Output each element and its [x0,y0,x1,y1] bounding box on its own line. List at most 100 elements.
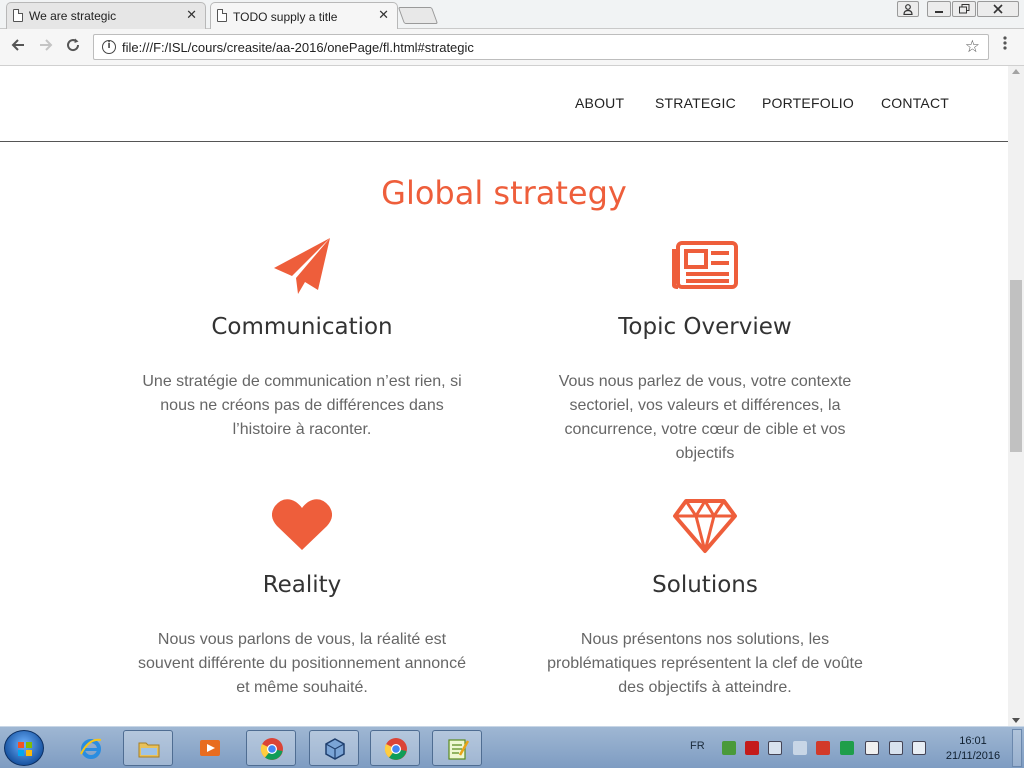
nav-portefolio[interactable]: PORTEFOLIO [762,95,854,111]
feature-text-line: Nous présentons nos solutions, les [580,631,830,648]
arrow-left-icon [11,39,24,51]
feature-title: Solutions [652,572,758,598]
feature-text-line: Une stratégie de communication n’est rie… [142,373,462,390]
feature-text-line: et même souhaité. [236,679,368,696]
window-icon[interactable] [768,741,782,755]
feature-text: Nous présentons nos solutions, les probl… [535,628,875,700]
diamond-icon [673,499,737,553]
flag-icon[interactable] [865,741,879,755]
feature-text: Une stratégie de communication n’est rie… [132,370,472,442]
reload-button[interactable] [63,37,83,57]
media-player-icon [200,740,220,756]
info-icon[interactable]: i [102,40,116,54]
feature-communication: Communication Une stratégie de communica… [132,236,472,446]
feature-text-line: souvent différente du positionnement ann… [138,655,466,672]
feature-text-line: des objectifs à atteindre. [618,679,792,696]
clock-time: 16:01 [959,735,987,747]
taskbar-chrome-1[interactable] [246,730,296,766]
vertical-scrollbar[interactable] [1008,66,1024,726]
document-icon [217,9,227,22]
network-icon[interactable] [889,741,903,755]
feature-title: Topic Overview [618,314,792,340]
close-icon[interactable]: ✕ [378,8,389,22]
nav-about[interactable]: ABOUT [575,95,624,111]
internet-explorer-icon [80,738,102,759]
new-tab-button[interactable] [397,7,439,24]
taskbar-media-player[interactable] [185,730,235,766]
page-viewport: ABOUT STRATEGIC PORTEFOLIO CONTACT Globa… [0,66,1008,726]
close-icon[interactable]: ✕ [186,8,197,22]
volume-icon[interactable] [912,741,926,755]
virtualbox-icon [325,738,345,760]
scroll-thumb[interactable] [1010,280,1022,452]
url-text[interactable]: file:///F:/ISL/cours/creasite/aa-2016/on… [122,40,474,55]
chrome-icon [384,738,407,760]
folder-icon [138,742,160,758]
tab-strip: We are strategic ✕ TODO supply a title ✕ [0,0,1024,30]
link-icon[interactable] [793,741,807,755]
reload-icon [67,38,80,52]
forward-button[interactable] [36,37,56,57]
feature-text-line: Nous vous parlons de vous, la réalité es… [157,631,447,648]
newspaper-icon [672,241,738,289]
feature-text: Vous nous parlez de vous, votre contexte… [535,370,875,466]
feature-text: Nous vous parlons de vous, la réalité es… [132,628,472,700]
red-app-icon[interactable] [816,741,830,755]
show-desktop-button[interactable] [1012,729,1022,767]
feature-title: Reality [262,572,342,598]
taskbar-chrome-2[interactable] [370,730,420,766]
taskbar-internet-explorer[interactable] [66,730,116,766]
notepad-icon [448,739,470,760]
feature-text-line: concurrence, votre cœur de cible et vos [564,421,846,438]
arrow-right-icon [40,39,53,51]
clock-date: 21/11/2016 [945,750,1001,762]
site-navbar: ABOUT STRATEGIC PORTEFOLIO CONTACT [0,66,1008,142]
chrome-icon [260,738,283,760]
start-button[interactable] [4,730,44,766]
feature-reality: Reality Nous vous parlons de vous, la ré… [132,496,472,706]
feature-text-line: problématiques représentent la clef de v… [547,655,863,672]
windows-logo-icon [18,742,32,756]
scroll-down-arrow-icon[interactable] [1012,718,1020,723]
feature-solutions: Solutions Nous présentons nos solutions,… [535,496,875,706]
person-icon [903,3,913,15]
tab-title: TODO supply a title [233,9,338,24]
minimize-icon [935,11,943,13]
shield-icon[interactable] [722,741,736,755]
restore-button[interactable] [952,1,976,17]
green-app-icon[interactable] [840,741,854,755]
document-icon [13,9,23,22]
tab-we-are-strategic[interactable]: We are strategic ✕ [6,2,206,29]
taskbar-virtualbox[interactable] [309,730,359,766]
tab-todo-supply-a-title[interactable]: TODO supply a title ✕ [210,2,398,30]
restore-icon [958,4,969,14]
feature-text-line: nous ne créons pas de différences dans [160,397,444,414]
feature-topic-overview: Topic Overview Vous nous parlez de vous,… [535,236,875,466]
section-title: Global strategy [381,174,627,212]
profile-button[interactable] [897,1,919,17]
browser-menu-button[interactable] [998,36,1012,56]
feature-text-line: Vous nous parlez de vous, votre contexte [558,373,852,390]
bookmark-star-icon[interactable]: ☆ [965,37,980,57]
windows-taskbar: FR 16:01 21/11/2016 [0,726,1024,768]
minimize-button[interactable] [927,1,951,17]
close-icon [993,4,1003,14]
feature-text-line: objectifs [675,445,735,462]
feature-text-line: l’histoire à raconter. [232,421,372,438]
close-window-button[interactable] [977,1,1019,17]
nav-strategic[interactable]: STRATEGIC [655,95,736,111]
scroll-up-arrow-icon[interactable] [1012,69,1020,74]
kebab-menu-icon [1003,36,1007,50]
system-clock[interactable]: 16:01 21/11/2016 [942,734,1004,764]
feature-title: Communication [211,314,393,340]
address-bar[interactable]: i file:///F:/ISL/cours/creasite/aa-2016/… [93,34,989,60]
feature-text-line: sectoriel, vos valeurs et différences, l… [569,397,841,414]
adobe-icon[interactable] [745,741,759,755]
tab-title: We are strategic [29,9,117,23]
nav-contact[interactable]: CONTACT [881,95,949,111]
language-indicator[interactable]: FR [690,740,705,752]
taskbar-notepad-plus[interactable] [432,730,482,766]
paper-plane-icon [274,238,330,294]
back-button[interactable] [8,37,28,57]
taskbar-file-explorer[interactable] [123,730,173,766]
